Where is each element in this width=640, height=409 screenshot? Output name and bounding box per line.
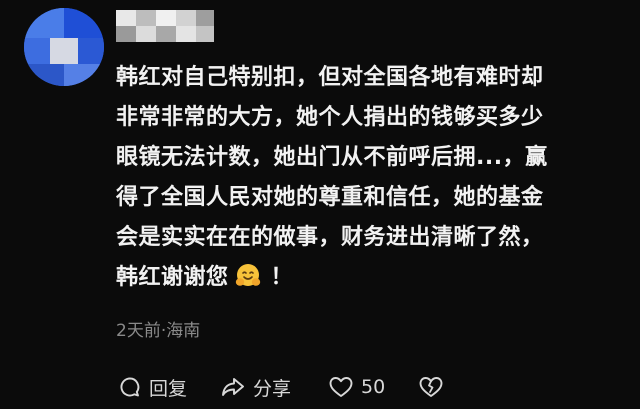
mosaic-block [136, 10, 156, 26]
mosaic-block [156, 10, 176, 26]
comment-actions: 回复 分享 50 [118, 372, 444, 402]
mosaic-block [116, 26, 136, 42]
comment-time-location: 2天前·海南 [116, 321, 201, 341]
comment-line: 非常非常的大方，她个人捐出的钱够买多少 [116, 105, 544, 130]
comment-line: 眼镜无法计数，她出门从不前呼后拥...，赢 [116, 145, 548, 170]
mosaic-block [156, 26, 176, 42]
dislike-button[interactable] [418, 375, 444, 399]
like-count: 50 [361, 376, 386, 398]
mosaic-block [196, 10, 214, 26]
reply-button[interactable]: 回复 [118, 374, 220, 401]
avatar-pixel [64, 8, 104, 38]
comment-last-line: 韩红谢谢您 ！ [116, 258, 628, 298]
broken-heart-icon [418, 375, 444, 399]
share-label: 分享 [253, 377, 292, 400]
avatar-pixel [24, 8, 64, 38]
share-icon [220, 375, 246, 399]
hugging-face-emoji-icon [235, 263, 261, 289]
avatar[interactable] [24, 8, 104, 86]
avatar-pixel [64, 64, 104, 86]
reply-label: 回复 [149, 377, 188, 400]
username-censored[interactable] [116, 10, 214, 42]
share-button[interactable]: 分享 [220, 374, 328, 401]
comment-line: 得了全国人民对她的尊重和信任，她的基金 [116, 185, 544, 210]
mosaic-block [136, 26, 156, 42]
mosaic-block [196, 26, 214, 42]
reply-icon [118, 375, 142, 399]
heart-icon [328, 375, 354, 399]
mosaic-block [116, 10, 136, 26]
avatar-pixel [24, 38, 50, 64]
avatar-pixel [24, 64, 64, 86]
mosaic-block [176, 26, 196, 42]
mosaic-block [176, 10, 196, 26]
comment-line: 韩红对自己特别扣，但对全国各地有难时却 [116, 65, 544, 90]
avatar-pixel [50, 38, 78, 64]
comment-last-text: 韩红谢谢您 [116, 265, 229, 290]
like-button[interactable]: 50 [328, 375, 418, 399]
avatar-pixel [78, 38, 104, 64]
comment-body: 韩红对自己特别扣，但对全国各地有难时却 非常非常的大方，她个人捐出的钱够买多少 … [116, 58, 628, 298]
comment-line: 会是实实在在的做事，财务进出清晰了然， [116, 225, 544, 250]
comment-tail: ！ [270, 265, 294, 290]
